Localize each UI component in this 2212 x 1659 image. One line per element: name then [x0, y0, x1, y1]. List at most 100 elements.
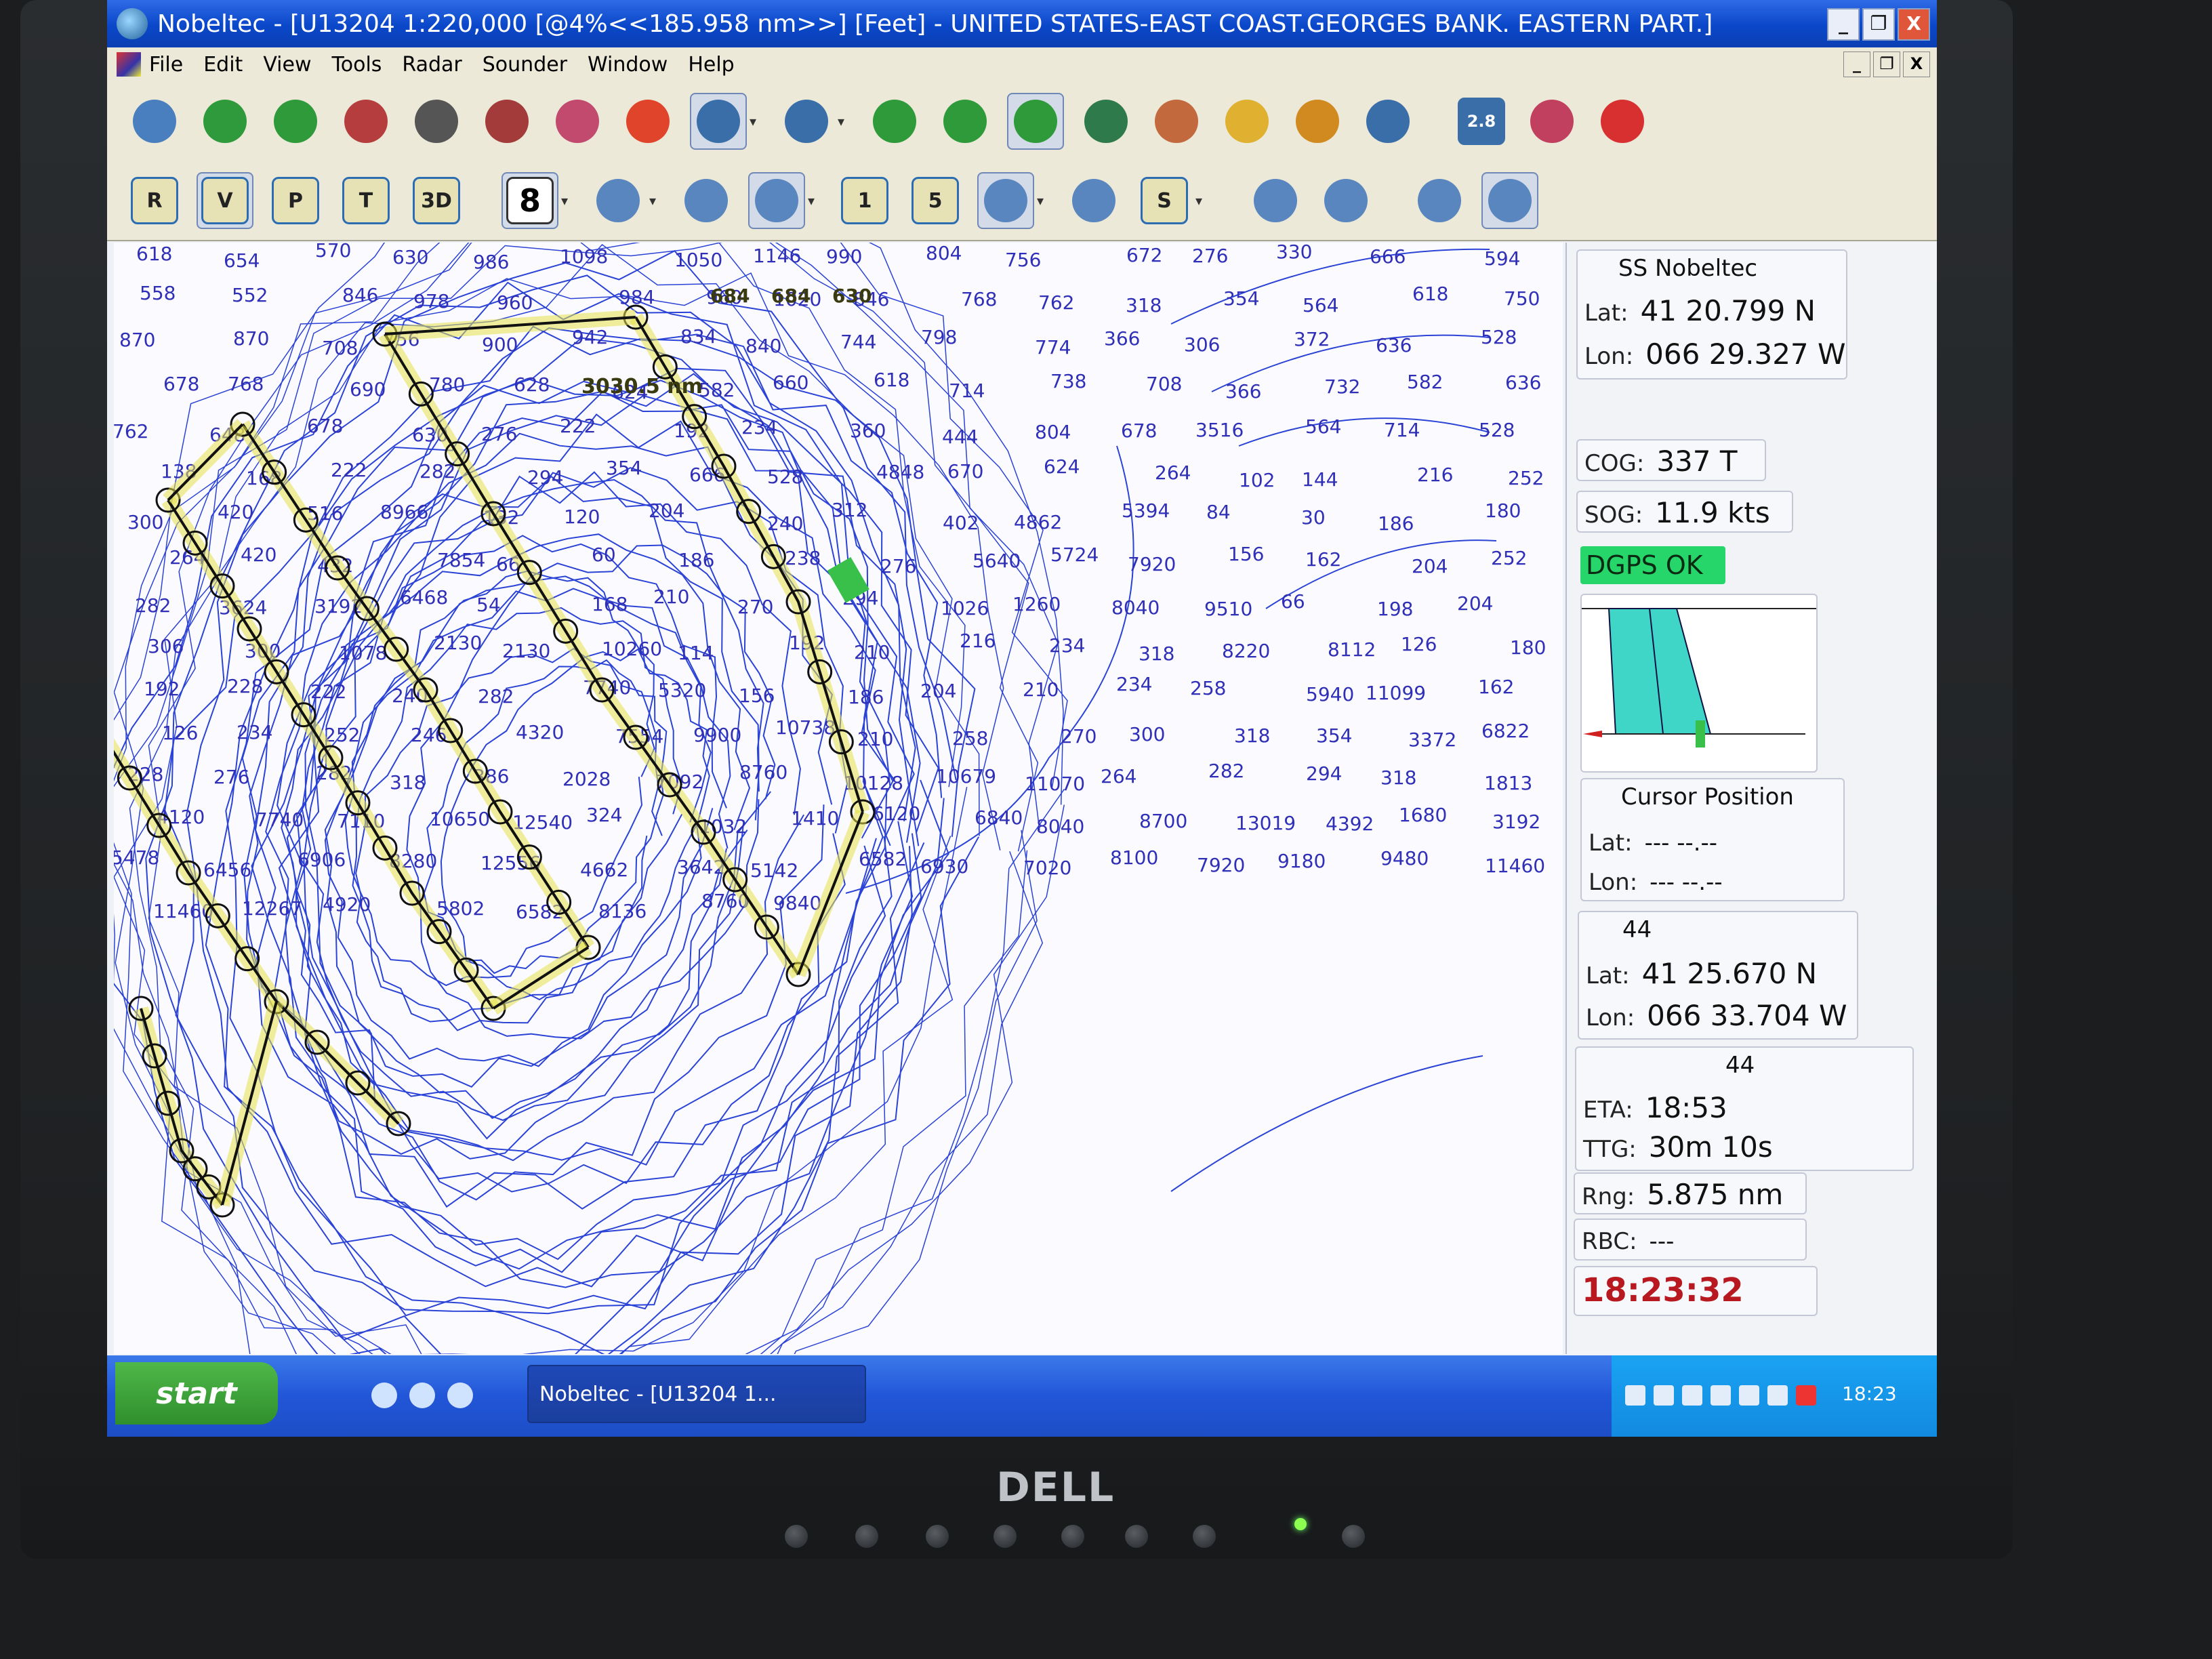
- marker-green-button[interactable]: [866, 93, 923, 150]
- info-tag-button[interactable]: [197, 93, 253, 150]
- chevron-down-icon[interactable]: ▾: [808, 172, 825, 229]
- menu-window[interactable]: Window: [588, 53, 668, 77]
- minimize-button[interactable]: _: [1827, 8, 1860, 41]
- monitor-button-6[interactable]: [1125, 1525, 1148, 1548]
- taskbar-nobeltec-button[interactable]: Nobeltec - [U13204 1...: [527, 1365, 866, 1423]
- chevron-down-icon[interactable]: ▾: [1195, 172, 1213, 229]
- tide-t-button[interactable]: T: [337, 172, 394, 229]
- chevron-down-icon[interactable]: ▾: [649, 172, 667, 229]
- power-button[interactable]: [1342, 1525, 1365, 1548]
- speed-5-button[interactable]: 5: [907, 172, 964, 229]
- quicklaunch-icon-3[interactable]: [447, 1382, 473, 1408]
- sounding-label: 276: [880, 555, 916, 577]
- doc-minimize-button[interactable]: _: [1843, 52, 1870, 77]
- palette-icon: [1072, 179, 1115, 222]
- scale-s-button[interactable]: S: [1136, 172, 1193, 229]
- pointer-figure-button[interactable]: [1411, 172, 1468, 229]
- layers-button[interactable]: [1148, 93, 1205, 150]
- sounding-label: 10650: [430, 808, 490, 830]
- boat-3d-button[interactable]: [478, 93, 535, 150]
- menu-tools[interactable]: Tools: [332, 53, 382, 77]
- hourglass-search-button[interactable]: [690, 93, 747, 150]
- weather-cloud-button[interactable]: [1218, 93, 1275, 150]
- sounding-label: 354: [1316, 724, 1352, 747]
- chevron-down-icon[interactable]: ▾: [1037, 172, 1054, 229]
- palette-button[interactable]: [1065, 172, 1122, 229]
- route-edit-button[interactable]: [337, 93, 394, 150]
- vector-v-button[interactable]: V: [197, 172, 253, 229]
- close-button[interactable]: X: [1898, 8, 1930, 41]
- tray-icon-5[interactable]: [1739, 1385, 1759, 1406]
- track-line-button[interactable]: [1007, 93, 1064, 150]
- tray-icon-6[interactable]: [1767, 1385, 1788, 1406]
- red-arrow-button[interactable]: [1594, 93, 1651, 150]
- sounding-label: 678: [1121, 419, 1157, 442]
- menu-help[interactable]: Help: [688, 53, 734, 77]
- tray-icon-1[interactable]: [1625, 1385, 1645, 1406]
- sounding-label: 366: [1225, 380, 1261, 403]
- route-pen-button[interactable]: [267, 93, 324, 150]
- eta-box: 44 ETA: 18:53 TTG: 30m 10s: [1575, 1046, 1914, 1171]
- nobeltec-app-icon[interactable]: [117, 8, 148, 39]
- diamond-button[interactable]: [1481, 172, 1538, 229]
- tray-icon-3[interactable]: [1682, 1385, 1702, 1406]
- nautical-chart[interactable]: 618 654 570 630 986 1098 1050 1146 990 804 756 672 2…: [114, 243, 1563, 1354]
- gear-button[interactable]: [1289, 93, 1346, 150]
- doc-close-button[interactable]: X: [1903, 52, 1930, 77]
- monitor-button-3[interactable]: [926, 1525, 949, 1548]
- menu-edit[interactable]: Edit: [203, 53, 243, 77]
- monitor-button-2[interactable]: [855, 1525, 878, 1548]
- monitor-button-5[interactable]: [1061, 1525, 1084, 1548]
- lifebuoy-icon: [626, 100, 670, 143]
- menu-view[interactable]: View: [263, 53, 311, 77]
- monitor-button-1[interactable]: [785, 1525, 808, 1548]
- monitor-button-7[interactable]: [1193, 1525, 1216, 1548]
- maximize-button[interactable]: ❐: [1862, 8, 1895, 41]
- target-circle-button[interactable]: [1078, 93, 1134, 150]
- menu-sounder[interactable]: Sounder: [483, 53, 567, 77]
- split-view-button[interactable]: [1359, 93, 1416, 150]
- plot-p-button[interactable]: P: [267, 172, 324, 229]
- sounding-label: 798: [921, 326, 957, 348]
- view-3d-button[interactable]: 3D: [408, 172, 465, 229]
- document-icon[interactable]: [117, 52, 141, 77]
- zoom-in-button[interactable]: [778, 93, 835, 150]
- route-connector[interactable]: [221, 1001, 278, 1206]
- sounding-label: 1078: [339, 642, 387, 664]
- wave-layer-button[interactable]: [748, 172, 805, 229]
- rbc-value: ---: [1649, 1228, 1675, 1255]
- anchor-button[interactable]: [977, 172, 1034, 229]
- sounding-label: 264: [1155, 462, 1191, 484]
- zoom-box-button[interactable]: [408, 93, 465, 150]
- chart-list-button[interactable]: [126, 93, 183, 150]
- chevron-down-icon[interactable]: ▾: [561, 172, 579, 229]
- info-circle-button[interactable]: 1: [836, 172, 893, 229]
- tray-icon-4[interactable]: [1711, 1385, 1731, 1406]
- range-measure-icon: 2.8: [1458, 98, 1505, 145]
- hand-book-button[interactable]: [1317, 172, 1374, 229]
- chart-page-button[interactable]: [678, 172, 735, 229]
- menu-radar[interactable]: Radar: [402, 53, 462, 77]
- tray-icon-2[interactable]: [1654, 1385, 1674, 1406]
- crossed-markers-button[interactable]: [937, 93, 994, 150]
- ie-icon[interactable]: [371, 1382, 397, 1408]
- range-measure-button[interactable]: 2.8: [1453, 93, 1510, 150]
- warning-button[interactable]: [1247, 172, 1304, 229]
- lifebuoy-button[interactable]: [619, 93, 676, 150]
- number-8-button[interactable]: 8: [501, 172, 558, 229]
- menu-file[interactable]: File: [149, 53, 183, 77]
- vessel-button[interactable]: [549, 93, 606, 150]
- red-pin-button[interactable]: [590, 172, 647, 229]
- bar-chart-button[interactable]: [1523, 93, 1580, 150]
- route-r-button[interactable]: R: [126, 172, 183, 229]
- monitor-button-4[interactable]: [994, 1525, 1017, 1548]
- quicklaunch-icon-2[interactable]: [409, 1382, 435, 1408]
- ati-tray-icon[interactable]: [1796, 1385, 1816, 1406]
- chart-canvas[interactable]: 618 654 570 630 986 1098 1050 1146 990 804 756 672 2…: [114, 243, 1563, 1354]
- sounding-label: 13019: [1235, 812, 1296, 834]
- chevron-down-icon[interactable]: ▾: [838, 93, 855, 150]
- start-button[interactable]: start: [115, 1362, 278, 1425]
- chevron-down-icon[interactable]: ▾: [750, 93, 767, 150]
- sounding-label: 144: [1302, 468, 1338, 491]
- doc-restore-button[interactable]: ❐: [1873, 52, 1900, 77]
